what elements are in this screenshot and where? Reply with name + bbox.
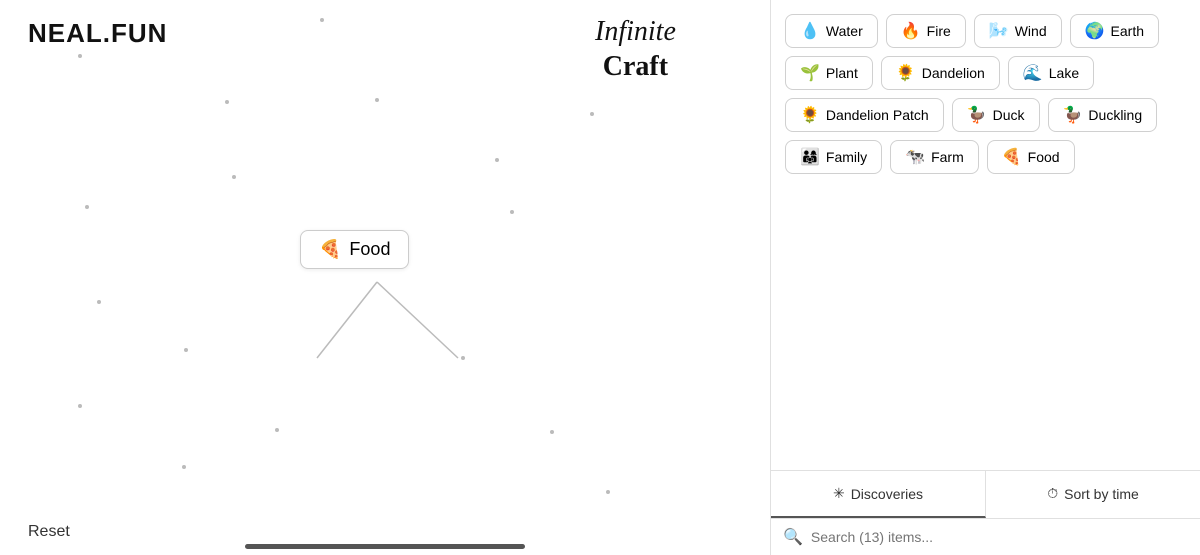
dot-8: [510, 210, 514, 214]
discoveries-label: Discoveries: [851, 486, 923, 502]
dot-14: [550, 430, 554, 434]
chip-label-0: Water: [826, 23, 863, 39]
dot-0: [320, 18, 324, 22]
chip-emoji-4: 🌱: [800, 63, 820, 83]
dot-5: [495, 158, 499, 162]
chip-label-12: Food: [1028, 149, 1060, 165]
chip-label-9: Duckling: [1088, 107, 1142, 123]
chip-label-5: Dandelion: [922, 65, 985, 81]
sort-icon: ⏱: [1047, 485, 1058, 502]
dot-4: [590, 112, 594, 116]
food-emoji: 🍕: [319, 239, 341, 260]
tab-sort-by-time[interactable]: ⏱ Sort by time: [986, 471, 1200, 518]
chip-label-6: Lake: [1049, 65, 1079, 81]
canvas-area: NEAL.FUN Infinite Craft 🍕 Food Reset: [0, 0, 770, 555]
dot-2: [225, 100, 229, 104]
chip-emoji-10: 👨‍👩‍👧: [800, 147, 820, 167]
elements-grid: 💧 Water 🔥 Fire 🌬️ Wind 🌍 Earth 🌱 Plant 🌻 Dandelion 🌊…: [771, 0, 1200, 470]
element-chip-duckling[interactable]: 🦆 Duckling: [1048, 98, 1158, 132]
canvas-svg: [0, 0, 770, 555]
element-chip-plant[interactable]: 🌱 Plant: [785, 56, 873, 90]
dot-12: [78, 404, 82, 408]
dot-13: [275, 428, 279, 432]
discoveries-icon: ✳: [833, 485, 845, 502]
craft-title-line2: Craft: [603, 51, 668, 82]
chip-label-10: Family: [826, 149, 867, 165]
chip-label-11: Farm: [931, 149, 964, 165]
chip-label-4: Plant: [826, 65, 858, 81]
search-bar: 🔍: [771, 518, 1200, 555]
chip-label-1: Fire: [927, 23, 951, 39]
element-chip-fire[interactable]: 🔥 Fire: [886, 14, 966, 48]
dot-10: [184, 348, 188, 352]
element-chip-earth[interactable]: 🌍 Earth: [1070, 14, 1159, 48]
dot-3: [375, 98, 379, 102]
dot-1: [78, 54, 82, 58]
chip-emoji-11: 🐄: [905, 147, 925, 167]
element-chip-dandelion-patch[interactable]: 🌻 Dandelion Patch: [785, 98, 944, 132]
bottom-tabs: ✳ Discoveries ⏱ Sort by time: [771, 470, 1200, 518]
chip-label-2: Wind: [1015, 23, 1047, 39]
chip-label-7: Dandelion Patch: [826, 107, 929, 123]
right-panel: 💧 Water 🔥 Fire 🌬️ Wind 🌍 Earth 🌱 Plant 🌻 Dandelion 🌊…: [770, 0, 1200, 555]
dot-16: [182, 465, 186, 469]
chip-emoji-0: 💧: [800, 21, 820, 41]
element-chip-lake[interactable]: 🌊 Lake: [1008, 56, 1094, 90]
chip-emoji-9: 🦆: [1063, 105, 1083, 125]
element-chip-farm[interactable]: 🐄 Farm: [890, 140, 979, 174]
scroll-indicator[interactable]: [245, 544, 525, 549]
chip-label-3: Earth: [1111, 23, 1144, 39]
dot-7: [85, 205, 89, 209]
chip-emoji-12: 🍕: [1002, 147, 1022, 167]
dot-15: [606, 490, 610, 494]
chip-emoji-8: 🦆: [967, 105, 987, 125]
logo: NEAL.FUN: [28, 18, 167, 49]
element-chip-duck[interactable]: 🦆 Duck: [952, 98, 1040, 132]
search-input[interactable]: [811, 529, 1188, 545]
chip-emoji-2: 🌬️: [989, 21, 1009, 41]
chip-emoji-5: 🌻: [896, 63, 916, 83]
chip-emoji-1: 🔥: [901, 21, 921, 41]
element-chip-food[interactable]: 🍕 Food: [987, 140, 1075, 174]
element-chip-family[interactable]: 👨‍👩‍👧 Family: [785, 140, 882, 174]
element-chip-water[interactable]: 💧 Water: [785, 14, 878, 48]
chip-label-8: Duck: [993, 107, 1025, 123]
sort-label: Sort by time: [1064, 486, 1139, 502]
food-element[interactable]: 🍕 Food: [300, 230, 409, 269]
dot-11: [461, 356, 465, 360]
food-label: Food: [349, 239, 390, 260]
craft-title-line1: Infinite: [595, 16, 676, 47]
tab-discoveries[interactable]: ✳ Discoveries: [771, 471, 986, 518]
dot-6: [232, 175, 236, 179]
dot-9: [97, 300, 101, 304]
reset-button[interactable]: Reset: [28, 523, 70, 541]
element-chip-dandelion[interactable]: 🌻 Dandelion: [881, 56, 1000, 90]
element-chip-wind[interactable]: 🌬️ Wind: [974, 14, 1062, 48]
chip-emoji-6: 🌊: [1023, 63, 1043, 83]
search-icon: 🔍: [783, 527, 803, 547]
chip-emoji-3: 🌍: [1085, 21, 1105, 41]
chip-emoji-7: 🌻: [800, 105, 820, 125]
craft-title: Infinite Craft: [595, 14, 676, 83]
